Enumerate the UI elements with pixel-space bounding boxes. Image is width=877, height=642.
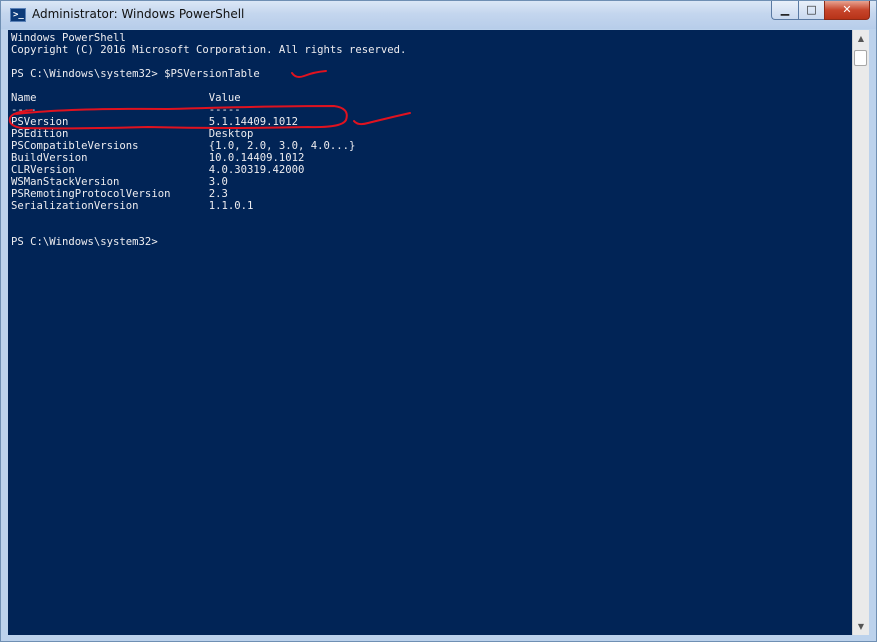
- powershell-window: >_ Administrator: Windows PowerShell ▁ □…: [0, 0, 877, 642]
- banner-line: Windows PowerShell: [11, 32, 126, 44]
- table-row-wsmanstackversion: WSManStackVersion 3.0: [11, 176, 228, 188]
- powershell-icon[interactable]: >_: [10, 8, 26, 22]
- close-icon: ✕: [842, 3, 852, 16]
- window-controls: ▁ □ ✕: [771, 1, 870, 21]
- prompt-command-line: PS C:\Windows\system32> $PSVersionTable: [11, 68, 260, 80]
- table-row-serializationversion: SerializationVersion 1.1.0.1: [11, 200, 254, 212]
- scroll-up-arrow-icon: ▲: [857, 34, 865, 43]
- maximize-icon: □: [806, 3, 817, 16]
- table-header: Name Value: [11, 92, 241, 104]
- minimize-button[interactable]: ▁: [771, 1, 798, 20]
- title-bar[interactable]: >_ Administrator: Windows PowerShell ▁ □…: [1, 1, 876, 29]
- maximize-button[interactable]: □: [798, 1, 824, 20]
- scroll-down-arrow-icon: ▼: [857, 622, 865, 631]
- console-area[interactable]: Windows PowerShell Copyright (C) 2016 Mic…: [8, 30, 852, 635]
- table-row-buildversion: BuildVersion 10.0.14409.1012: [11, 152, 305, 164]
- final-prompt[interactable]: PS C:\Windows\system32>: [11, 236, 406, 248]
- table-row-psversion: PSVersion 5.1.14409.1012: [11, 116, 299, 128]
- scroll-down-button[interactable]: ▼: [853, 618, 869, 635]
- table-row-psremotingprotocolversion: PSRemotingProtocolVersion 2.3: [11, 188, 228, 200]
- console-output[interactable]: Windows PowerShell Copyright (C) 2016 Mic…: [11, 32, 406, 248]
- close-button[interactable]: ✕: [824, 1, 870, 20]
- table-row-pscompatibleversions: PSCompatibleVersions {1.0, 2.0, 3.0, 4.0…: [11, 140, 356, 152]
- copyright-line: Copyright (C) 2016 Microsoft Corporation…: [11, 44, 407, 56]
- table-row-clrversion: CLRVersion 4.0.30319.42000: [11, 164, 305, 176]
- minimize-icon: ▁: [780, 3, 790, 16]
- vertical-scrollbar[interactable]: ▲ ▼: [852, 30, 869, 635]
- table-row-psedition: PSEdition Desktop: [11, 128, 254, 140]
- window-title: Administrator: Windows PowerShell: [32, 7, 245, 21]
- scrollbar-thumb[interactable]: [854, 50, 867, 66]
- scroll-up-button[interactable]: ▲: [853, 30, 869, 47]
- table-separator: ---- -----: [11, 104, 241, 116]
